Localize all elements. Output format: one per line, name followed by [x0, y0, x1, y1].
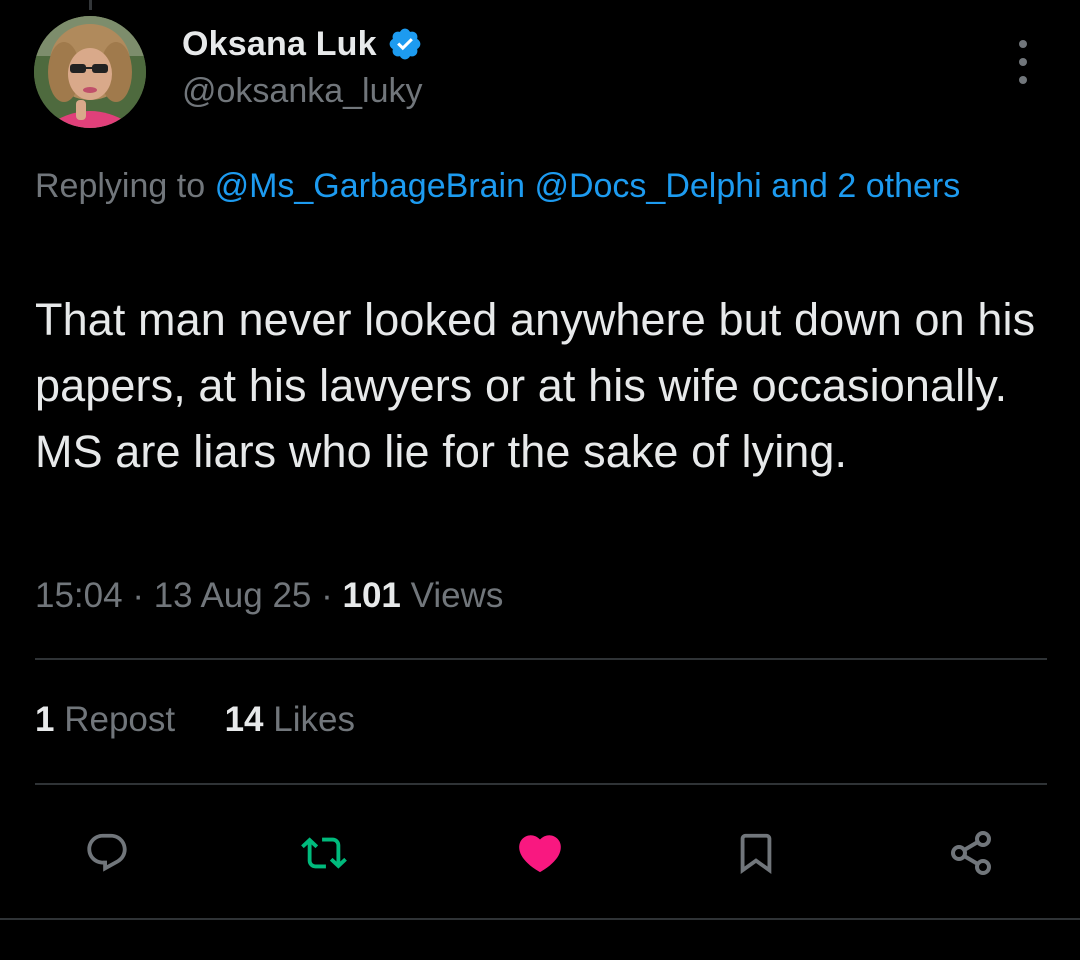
author-display-name[interactable]: Oksana Luk	[182, 25, 377, 64]
thread-connector-line	[89, 0, 92, 10]
repost-button[interactable]	[297, 826, 351, 880]
author-name-row: Oksana Luk	[182, 22, 423, 66]
divider	[0, 918, 1080, 920]
share-button[interactable]	[944, 826, 998, 880]
tweet-date[interactable]: 13 Aug 25	[154, 576, 312, 615]
likes-label: Likes	[273, 700, 355, 739]
like-button[interactable]	[513, 826, 567, 880]
likes-stat[interactable]: 14 Likes	[225, 700, 355, 739]
bookmark-icon	[740, 833, 772, 874]
tweet-meta: 15:04 · 13 Aug 25 · 101 Views	[35, 576, 503, 616]
more-dot	[1019, 76, 1027, 84]
verified-badge-icon	[387, 26, 423, 62]
avatar[interactable]	[34, 16, 146, 128]
reposts-stat[interactable]: 1 Repost	[35, 700, 175, 739]
more-options-icon[interactable]	[1005, 40, 1041, 84]
reply-icon	[87, 833, 127, 872]
author-handle[interactable]: @oksanka_luky	[182, 72, 423, 111]
meta-separator: ·	[132, 576, 144, 615]
engagement-stats: 1 Repost 14 Likes	[35, 700, 355, 740]
reposts-label: Repost	[64, 700, 176, 739]
reposts-count: 1	[35, 700, 55, 739]
heart-icon	[519, 835, 561, 873]
avatar-photo	[34, 16, 146, 128]
more-dot	[1019, 58, 1027, 66]
views-count: 101	[342, 576, 401, 615]
repost-icon	[301, 837, 347, 869]
views-label: Views	[410, 576, 504, 615]
replying-to-line: Replying to @Ms_GarbageBrain @Docs_Delph…	[35, 158, 1045, 214]
others-link[interactable]: and 2 others	[771, 167, 960, 205]
mention-link[interactable]: @Docs_Delphi	[534, 167, 761, 205]
likes-count: 14	[224, 700, 264, 739]
divider	[35, 783, 1047, 785]
more-dot	[1019, 40, 1027, 48]
share-icon	[951, 831, 991, 875]
replying-prefix: Replying to	[35, 167, 206, 205]
meta-separator: ·	[321, 576, 333, 615]
divider	[35, 658, 1047, 660]
reply-button[interactable]	[80, 826, 134, 880]
mention-link[interactable]: @Ms_GarbageBrain	[215, 167, 525, 205]
tweet-time[interactable]: 15:04	[35, 576, 123, 615]
bookmark-button[interactable]	[729, 826, 783, 880]
tweet-text: That man never looked anywhere but down …	[35, 294, 1036, 477]
